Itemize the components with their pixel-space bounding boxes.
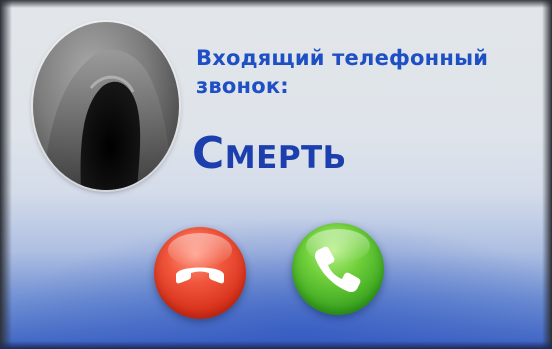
screen-bezel xyxy=(0,0,552,8)
incoming-call-screen: Входящий телефонный звонок: Смерть xyxy=(0,0,552,349)
caller-name: Смерть xyxy=(192,128,347,179)
screen-bezel xyxy=(0,341,552,349)
incoming-call-caption: Входящий телефонный звонок: xyxy=(196,46,489,98)
phone-icon xyxy=(314,246,361,293)
accept-call-button[interactable] xyxy=(292,223,384,315)
caller-avatar xyxy=(33,22,179,190)
decline-call-button[interactable] xyxy=(154,227,246,319)
screen-bezel xyxy=(542,0,552,349)
screen-bezel xyxy=(0,0,12,349)
hang-up-phone-icon xyxy=(176,267,224,284)
